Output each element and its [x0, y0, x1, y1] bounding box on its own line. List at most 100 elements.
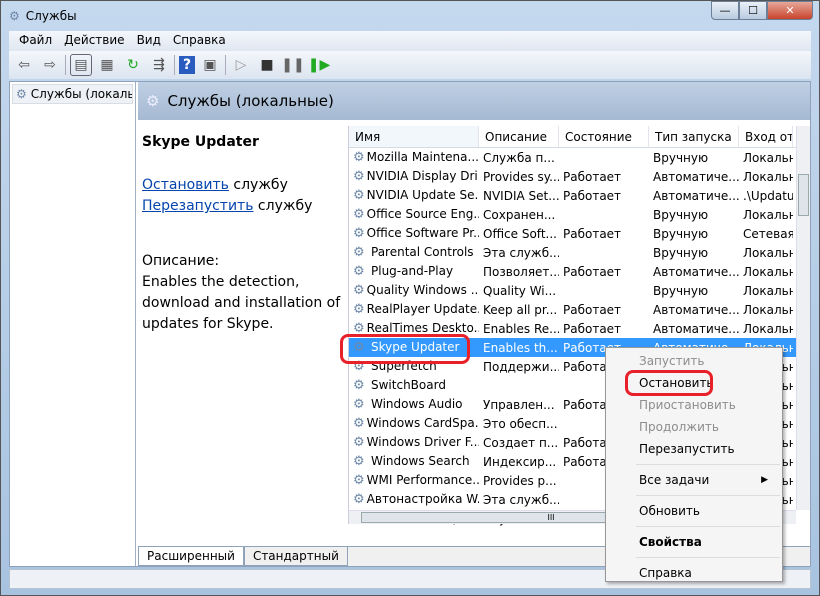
- cell-startup-type: Вручную: [653, 226, 709, 241]
- stop-service-link[interactable]: Остановить: [142, 177, 229, 193]
- service-row[interactable]: ⚙ Quality Windows ... Quality Wi... Вручную…: [349, 281, 810, 300]
- tab-standard[interactable]: Стандартный: [243, 547, 348, 566]
- menu-item-restart[interactable]: Перезапустить: [606, 438, 782, 460]
- service-gear-icon: ⚙: [353, 169, 365, 184]
- service-name: Windows Audio: [371, 397, 463, 411]
- cell-description: Эта служб...: [483, 245, 559, 260]
- column-name[interactable]: Имя: [349, 126, 479, 147]
- action-pane-icon[interactable]: ▣: [199, 54, 221, 76]
- export-list-icon[interactable]: ⇶: [148, 54, 170, 76]
- cell-log-on-as: Локальна: [743, 245, 793, 260]
- vertical-scrollbar[interactable]: [796, 126, 810, 510]
- cell-description: Keep all pr...: [483, 302, 558, 317]
- service-row[interactable]: ⚙ NVIDIA Display Dri... Provides sy... Рабо…: [349, 167, 810, 186]
- service-name: Windows Search: [371, 454, 470, 468]
- toolbar: ⇦ ⇨ ▤ ▦ ↻ ⇶ ? ▣ ▷ ■ ❚❚ ❚▶: [9, 51, 811, 79]
- back-icon[interactable]: ⇦: [13, 54, 35, 76]
- service-row[interactable]: ⚙ Office Software Pr... Office Soft... Рабо…: [349, 224, 810, 243]
- column-startup-type[interactable]: Тип запуска: [649, 126, 739, 147]
- menu-item-start[interactable]: Запустить: [606, 350, 782, 372]
- cell-description: Provides p...: [483, 473, 557, 488]
- cell-description: Служба п...: [483, 150, 555, 165]
- show-hide-tree-icon[interactable]: ▤: [70, 54, 92, 76]
- tree-node-services-local[interactable]: ⚙ Службы (локалы: [12, 84, 133, 104]
- refresh-icon[interactable]: ↻: [122, 54, 144, 76]
- cell-name: ⚙ Parental Controls: [349, 245, 479, 260]
- toolbar-separator: [174, 55, 175, 75]
- cell-name: ⚙ RealPlayer Update...: [349, 302, 479, 317]
- cell-log-on-as: Локальна: [743, 150, 793, 165]
- cell-startup-type: Автоматиче...: [653, 264, 739, 279]
- forward-icon[interactable]: ⇨: [39, 54, 61, 76]
- service-row[interactable]: ⚙ Office Source Eng... Сохранен... Вручную Л…: [349, 205, 810, 224]
- service-row[interactable]: ⚙ Parental Controls Эта служб... Вручную Лок…: [349, 243, 810, 262]
- services-gear-icon: ⚙: [146, 92, 160, 110]
- menu-item-properties[interactable]: Свойства: [606, 531, 782, 553]
- cell-startup-type: Автоматиче...: [653, 302, 739, 317]
- service-gear-icon: ⚙: [353, 226, 365, 241]
- minimize-button[interactable]: —: [711, 1, 739, 20]
- menu-item-help[interactable]: Справка: [606, 562, 782, 584]
- restart-service-icon[interactable]: ❚▶: [308, 54, 331, 76]
- menu-item-resume[interactable]: Продолжить: [606, 416, 782, 438]
- service-gear-icon: ⚙: [353, 473, 365, 488]
- service-gear-icon: ⚙: [353, 454, 365, 469]
- cell-description: Индексир...: [483, 454, 557, 469]
- help-icon[interactable]: ?: [179, 56, 195, 74]
- list-header: Имя Описание Состояние Тип запуска Вход …: [349, 126, 810, 148]
- cell-status: Работает: [563, 226, 622, 241]
- service-name: Автонастройка W...: [366, 492, 479, 506]
- cell-startup-type: Вручную: [653, 245, 709, 260]
- menu-item-all-tasks[interactable]: Все задачи ▶: [606, 469, 782, 491]
- menu-item-refresh[interactable]: Обновить: [606, 500, 782, 522]
- console-tree: ⚙ Службы (локалы: [10, 82, 136, 566]
- pause-service-icon[interactable]: ❚❚: [281, 54, 304, 76]
- cell-description: Сохранен...: [483, 207, 556, 222]
- service-name: NVIDIA Display Dri...: [366, 169, 479, 183]
- menu-action[interactable]: Действие: [58, 31, 130, 51]
- maximize-button[interactable]: ☐: [739, 1, 767, 20]
- cell-name: ⚙ NVIDIA Display Dri...: [349, 169, 479, 184]
- tree-node-label: Службы (локалы: [30, 87, 133, 101]
- menu-help[interactable]: Справка: [167, 31, 232, 51]
- column-description[interactable]: Описание: [479, 126, 559, 147]
- column-log-on-as[interactable]: Вход от и: [739, 126, 793, 147]
- cell-status: Работает: [563, 188, 622, 203]
- cell-description: Позволяет...: [483, 264, 559, 279]
- service-name: RealPlayer Update...: [366, 302, 479, 316]
- service-gear-icon: ⚙: [353, 264, 365, 279]
- cell-name: ⚙ Windows Driver F...: [349, 435, 479, 450]
- close-button[interactable]: ✕: [767, 1, 813, 20]
- service-name: Office Software Pr...: [366, 226, 479, 240]
- service-row[interactable]: ⚙ RealPlayer Update... Keep all pr... Работ…: [349, 300, 810, 319]
- tab-extended[interactable]: Расширенный: [138, 547, 244, 566]
- stop-service-icon[interactable]: ■: [256, 54, 278, 76]
- service-row[interactable]: ⚙ Plug-and-Play Позволяет... Работает Автома…: [349, 262, 810, 281]
- pane-title: Службы (локальные): [167, 92, 334, 110]
- menu-file[interactable]: Файл: [13, 31, 58, 51]
- cell-description: Создает п...: [483, 435, 559, 450]
- cell-name: ⚙ SwitchBoard: [349, 378, 479, 393]
- restart-service-link[interactable]: Перезапустить: [142, 198, 253, 214]
- menu-separator: [636, 557, 780, 558]
- service-name: Mozilla Maintena...: [366, 150, 479, 164]
- service-name: Windows Driver F...: [366, 435, 479, 449]
- column-status[interactable]: Состояние: [559, 126, 649, 147]
- menu-view[interactable]: Вид: [131, 31, 167, 51]
- menu-item-pause[interactable]: Приостановить: [606, 394, 782, 416]
- cell-name: ⚙ Автонастройка W...: [349, 492, 479, 507]
- service-row[interactable]: ⚙ Mozilla Maintena... Служба п... Вручную Ло…: [349, 148, 810, 167]
- service-name: SwitchBoard: [371, 378, 446, 392]
- cell-name: ⚙ Plug-and-Play: [349, 264, 479, 279]
- properties-icon[interactable]: ▦: [96, 54, 118, 76]
- vertical-scroll-thumb[interactable]: [798, 174, 809, 216]
- service-name: Windows CardSpa...: [366, 416, 479, 430]
- service-gear-icon: ⚙: [353, 150, 365, 165]
- cell-name: ⚙ Office Software Pr...: [349, 226, 479, 241]
- cell-name: ⚙ Windows CardSpa...: [349, 416, 479, 431]
- service-row[interactable]: ⚙ NVIDIA Update Se... NVIDIA Set... Работае…: [349, 186, 810, 205]
- cell-name: ⚙ NVIDIA Update Se...: [349, 188, 479, 203]
- start-service-icon[interactable]: ▷: [230, 54, 252, 76]
- menu-separator: [636, 464, 780, 465]
- cell-description: Enables th...: [483, 340, 558, 355]
